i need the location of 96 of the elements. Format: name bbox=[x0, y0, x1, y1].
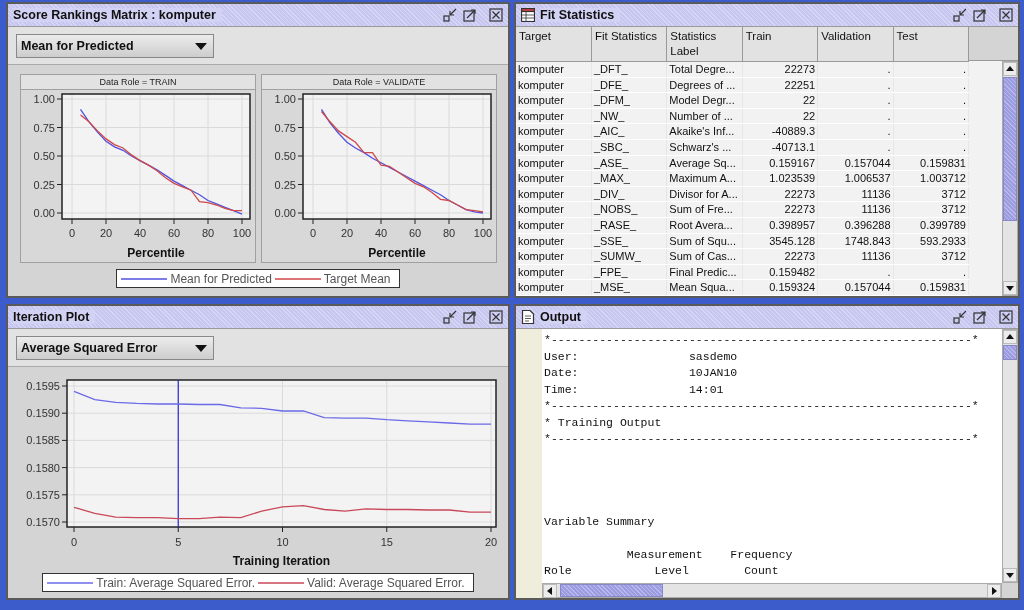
scroll-thumb[interactable] bbox=[1003, 345, 1017, 360]
tick-label: 0.1575 bbox=[26, 488, 60, 501]
output-line: Variable Summary bbox=[544, 513, 656, 530]
chart-title: Data Role = VALIDATE bbox=[262, 75, 496, 90]
scrollbar[interactable] bbox=[1002, 61, 1018, 296]
tick-label: 40 bbox=[374, 227, 388, 239]
scroll-thumb[interactable] bbox=[1003, 77, 1017, 221]
output-line: *-------------------------------------------------------------* bbox=[544, 431, 980, 447]
tick-label: 0.1585 bbox=[26, 434, 60, 447]
panel-title: Score Rankings Matrix : komputer bbox=[13, 8, 222, 22]
output-line: Date: 10JAN10 bbox=[544, 365, 739, 381]
column-header[interactable]: Test bbox=[893, 27, 969, 62]
output-line: *-------------------------------------------------------------* bbox=[544, 332, 980, 348]
close-icon[interactable] bbox=[489, 8, 503, 22]
tick-label: 0.1590 bbox=[26, 407, 60, 420]
tick-label: 0 bbox=[70, 536, 78, 548]
maximize-icon[interactable] bbox=[463, 8, 477, 22]
tick-label: 0.50 bbox=[33, 150, 55, 162]
close-icon[interactable] bbox=[489, 310, 503, 324]
column-header[interactable]: Target bbox=[516, 27, 592, 62]
tick-label: 0.25 bbox=[274, 178, 296, 191]
panel-title: Output bbox=[540, 310, 587, 324]
triangle-icon bbox=[1006, 65, 1014, 73]
restore-icon[interactable] bbox=[443, 310, 457, 324]
table-icon bbox=[521, 8, 535, 22]
tick-label: 15 bbox=[380, 536, 393, 548]
output-line: Time: 14:01 bbox=[544, 381, 725, 398]
legend-label: Mean for Predicted bbox=[170, 271, 272, 286]
scrollbar[interactable] bbox=[1002, 329, 1018, 583]
tick-label: 0.1570 bbox=[26, 516, 60, 528]
scroll-right-button[interactable] bbox=[987, 584, 1001, 598]
close-icon[interactable] bbox=[999, 8, 1013, 22]
tick-label: 0.75 bbox=[33, 121, 55, 134]
tick-label: 0 bbox=[68, 227, 76, 239]
tick-label: 80 bbox=[201, 227, 215, 239]
tick-label: 1.00 bbox=[33, 93, 55, 105]
triangle-icon bbox=[546, 587, 554, 595]
triangle-icon bbox=[1006, 284, 1014, 292]
column-header[interactable]: Statistics Label bbox=[666, 27, 743, 62]
dropdown[interactable]: Mean for Predicted bbox=[16, 34, 214, 58]
tick-label: 0 bbox=[309, 227, 317, 239]
output-line: Role Level Count bbox=[544, 563, 780, 579]
column-header[interactable]: Train bbox=[742, 27, 818, 62]
maximize-icon[interactable] bbox=[973, 310, 987, 324]
caret-icon bbox=[195, 42, 207, 50]
legend-label: Target Mean bbox=[323, 271, 391, 286]
panel-title: Fit Statistics bbox=[540, 8, 621, 22]
scroll-down-button[interactable] bbox=[1003, 281, 1017, 295]
scrollbar[interactable] bbox=[542, 583, 1002, 598]
tick-label: 60 bbox=[408, 227, 422, 239]
chart-title: Data Role = TRAIN bbox=[21, 75, 255, 90]
scroll-left-button[interactable] bbox=[543, 584, 557, 598]
restore-icon[interactable] bbox=[953, 310, 967, 324]
tick-label: 0.50 bbox=[274, 150, 296, 162]
restore-icon[interactable] bbox=[443, 8, 457, 22]
tick-label: 20 bbox=[484, 536, 498, 548]
panel-title: Iteration Plot bbox=[13, 310, 96, 324]
tick-label: 100 bbox=[232, 227, 252, 239]
tick-label: 0.75 bbox=[274, 121, 296, 134]
maximize-icon[interactable] bbox=[973, 8, 987, 22]
scroll-down-button[interactable] bbox=[1003, 568, 1017, 582]
tick-label: 5 bbox=[175, 536, 182, 548]
tick-label: 60 bbox=[167, 227, 181, 239]
tick-label: 40 bbox=[133, 227, 147, 239]
tick-label: 20 bbox=[340, 227, 354, 239]
output-line: *-------------------------------------------------------------* bbox=[544, 398, 980, 414]
restore-icon[interactable] bbox=[953, 8, 967, 22]
tick-label: 20 bbox=[99, 227, 113, 239]
tick-label: 80 bbox=[442, 227, 456, 239]
axis-title: Training Iteration bbox=[232, 554, 331, 568]
column-header[interactable]: Fit Statistics bbox=[591, 27, 667, 62]
axis-title: Percentile bbox=[368, 246, 426, 260]
triangle-icon bbox=[1006, 333, 1014, 341]
close-icon[interactable] bbox=[999, 310, 1013, 324]
tick-label: 0.25 bbox=[33, 178, 55, 191]
maximize-icon[interactable] bbox=[463, 310, 477, 324]
tick-label: 100 bbox=[473, 227, 493, 239]
tick-label: 0.00 bbox=[274, 207, 296, 219]
output-line: Measurement Frequency bbox=[625, 546, 794, 563]
tick-label: 0.1595 bbox=[26, 380, 60, 392]
output-line: * Training Output bbox=[544, 414, 663, 431]
tick-label: 0.1580 bbox=[26, 461, 60, 474]
dropdown[interactable]: Average Squared Error bbox=[16, 336, 214, 360]
output-line: User: sasdemo bbox=[544, 348, 739, 365]
scroll-thumb[interactable] bbox=[560, 584, 663, 597]
tick-label: 0.00 bbox=[33, 207, 55, 219]
scroll-up-button[interactable] bbox=[1003, 62, 1017, 76]
caret-icon bbox=[195, 344, 207, 352]
tick-label: 10 bbox=[276, 536, 289, 548]
axis-title: Percentile bbox=[127, 246, 185, 260]
column-header[interactable]: Validation bbox=[817, 27, 894, 62]
legend-label: Valid: Average Squared Error. bbox=[307, 575, 465, 590]
document-icon bbox=[521, 310, 535, 324]
tick-label: 1.00 bbox=[274, 93, 296, 105]
scroll-up-button[interactable] bbox=[1003, 330, 1017, 344]
legend-label: Train: Average Squared Error. bbox=[96, 575, 256, 590]
